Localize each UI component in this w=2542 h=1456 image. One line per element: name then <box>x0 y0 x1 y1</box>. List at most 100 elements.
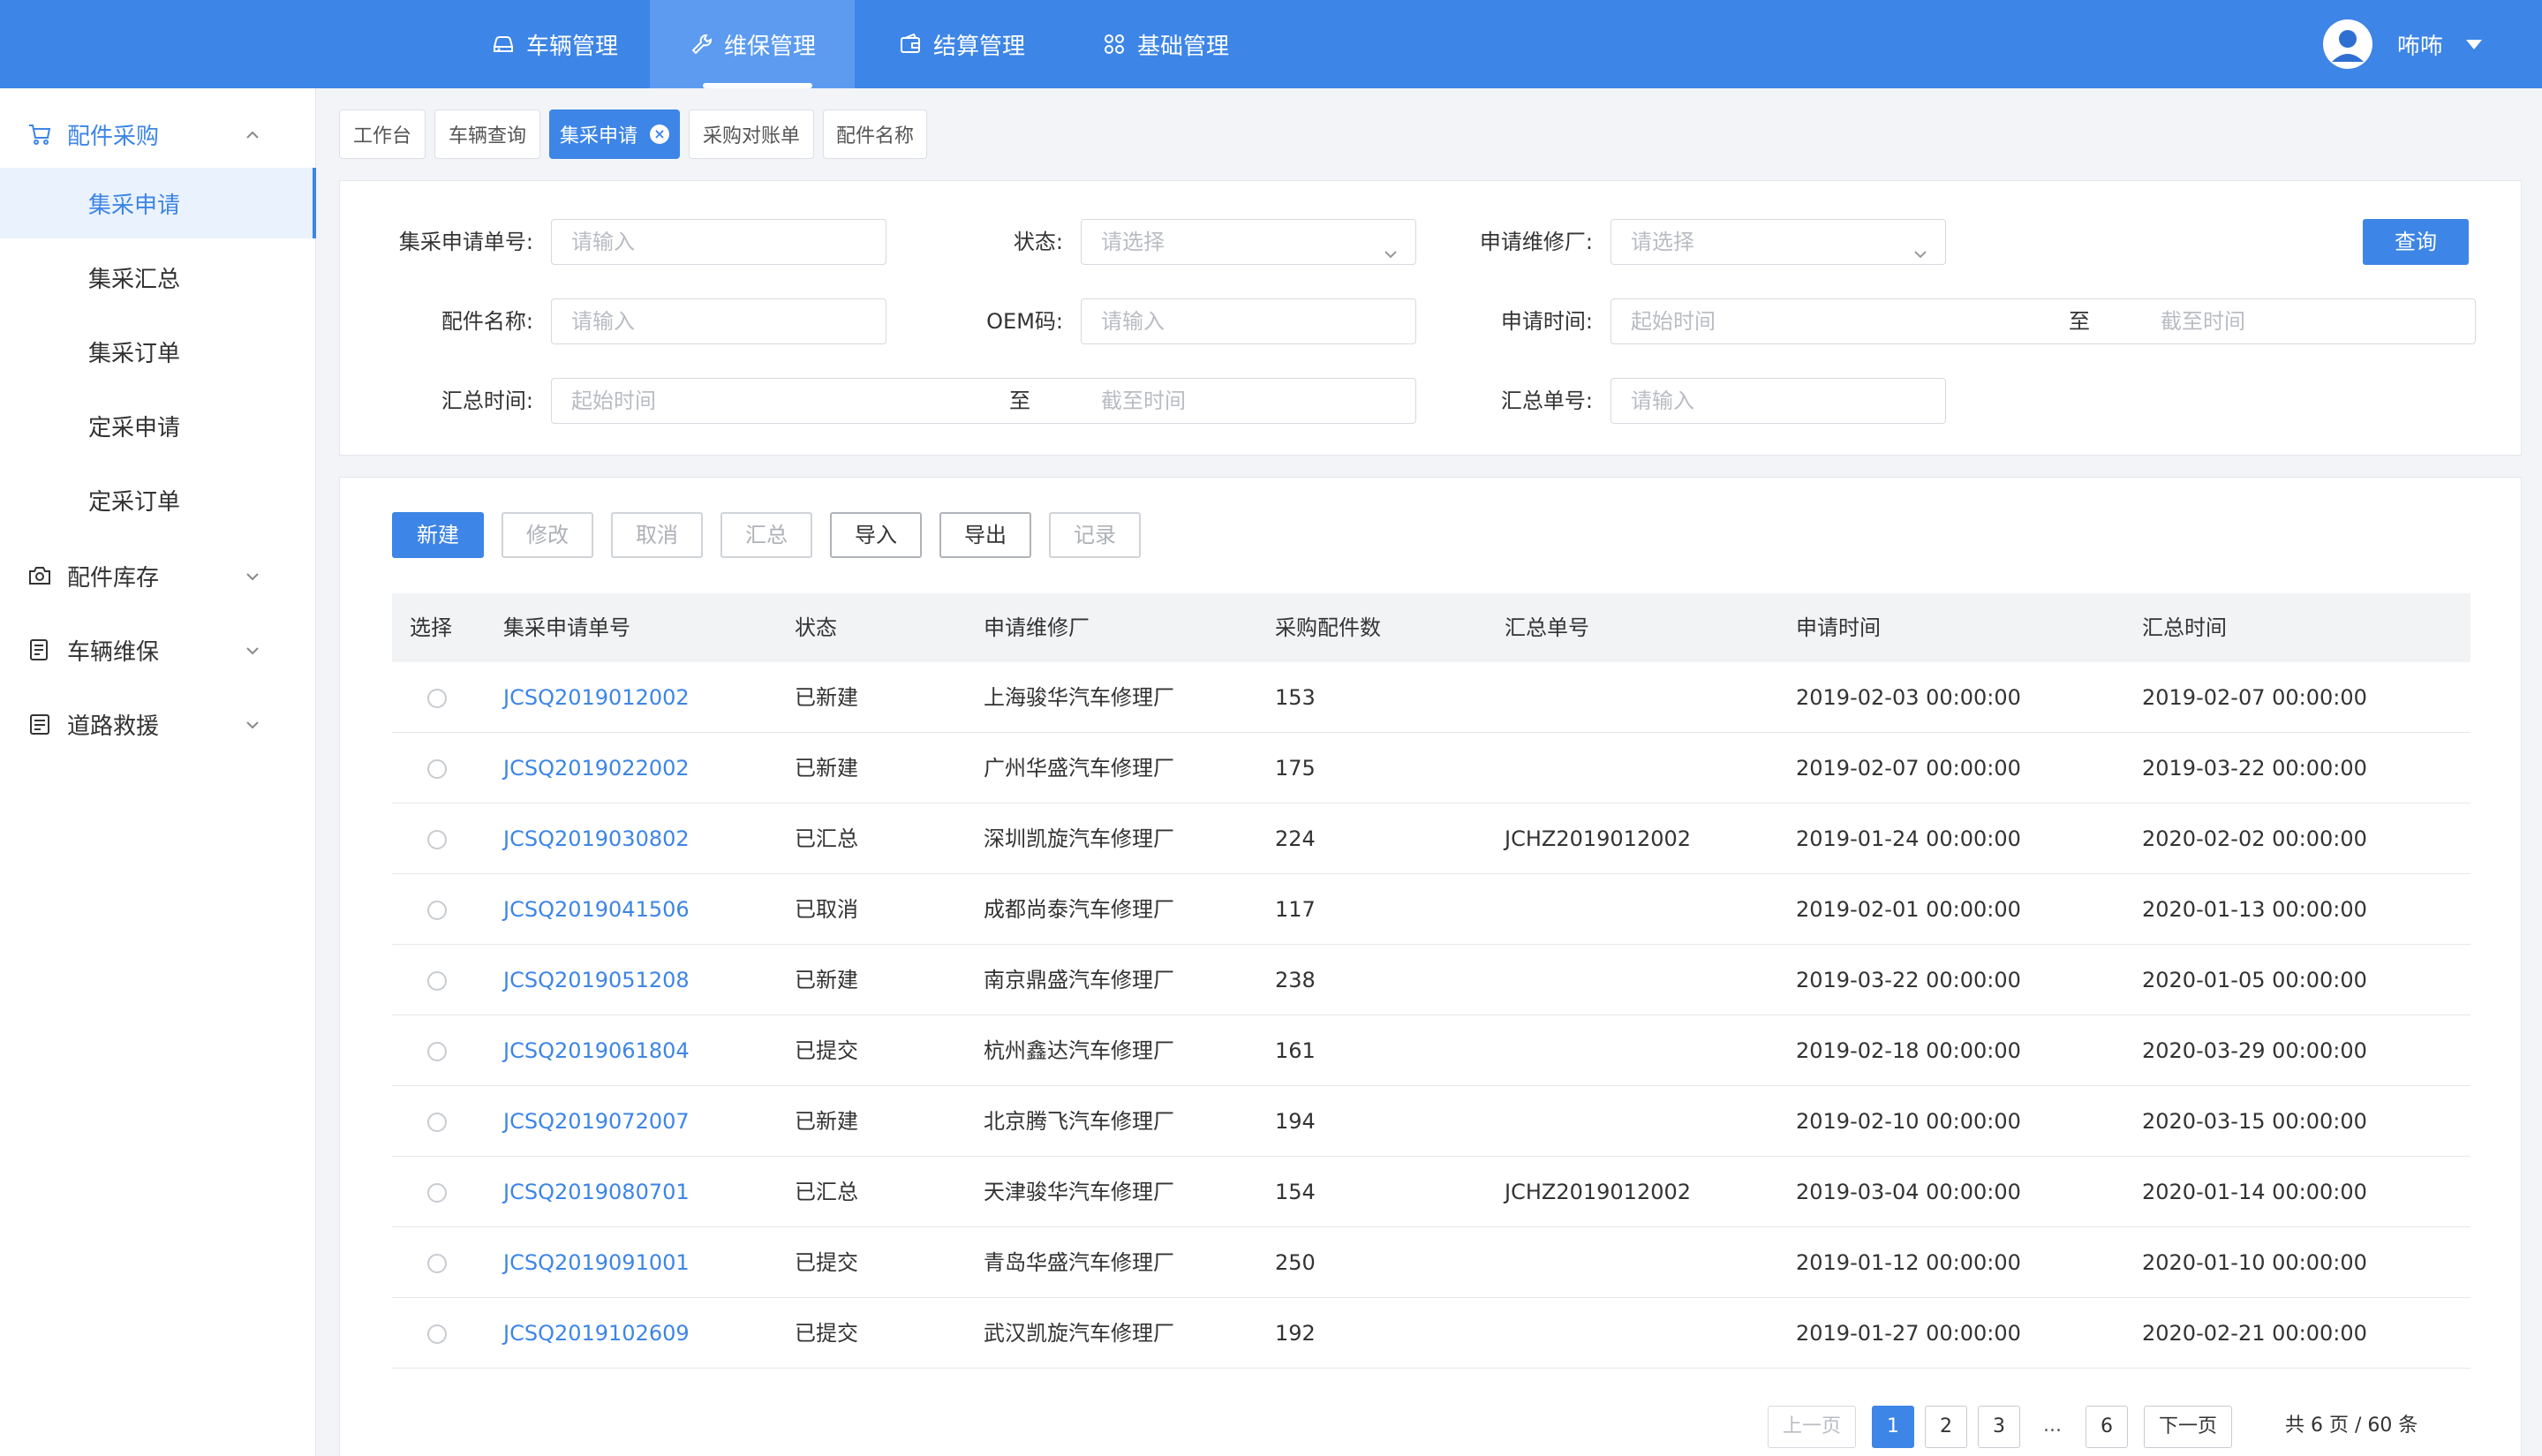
chevron-down-icon <box>2466 39 2482 49</box>
sidebar-group-parts-purchase[interactable]: 配件采购 <box>0 97 316 171</box>
row-radio[interactable] <box>427 1254 447 1273</box>
sidebar-item-summary[interactable]: 集采汇总 <box>0 242 316 313</box>
sidebar-item-order[interactable]: 集采订单 <box>0 316 316 387</box>
status-select[interactable]: 请选择 <box>1081 219 1416 265</box>
apply-no-link[interactable]: JCSQ2019072007 <box>503 1086 690 1157</box>
nav-item-settlement[interactable]: 结算管理 <box>871 0 1052 88</box>
tab-vehicle-query[interactable]: 车辆查询 <box>434 109 540 159</box>
import-button[interactable]: 导入 <box>830 512 922 558</box>
apply-time-range[interactable]: 起始时间 至 截至时间 <box>1610 298 2476 344</box>
edit-button[interactable]: 修改 <box>502 512 593 558</box>
nav-item-maintenance[interactable]: 维保管理 <box>650 0 855 88</box>
status-label: 状态: <box>1013 230 1063 254</box>
table-row[interactable]: JCSQ2019030802 已汇总 深圳凯旋汽车修理厂 224 JCHZ2019012… <box>392 803 2470 874</box>
summary-time-cell: 2019-03-22 00:00:00 <box>2142 756 2367 781</box>
wrench-icon <box>689 32 713 57</box>
sidebar-group-vehicle-maintenance[interactable]: 车辆维保 <box>0 613 316 687</box>
row-radio[interactable] <box>427 901 447 920</box>
record-button[interactable]: 记录 <box>1049 512 1141 558</box>
placeholder: 请输入 <box>1101 309 1165 334</box>
part-name-label: 配件名称: <box>441 309 533 334</box>
row-radio[interactable] <box>427 1042 447 1061</box>
apply-no-input[interactable]: 请输入 <box>551 219 886 265</box>
tab-purchase-statement[interactable]: 采购对账单 <box>689 109 814 159</box>
nav-item-vehicle[interactable]: 车辆管理 <box>459 0 650 88</box>
row-radio[interactable] <box>427 971 447 991</box>
count-cell: 154 <box>1275 1180 1316 1204</box>
summary-no-input[interactable]: 请输入 <box>1610 378 1946 424</box>
user-menu[interactable]: 咘咘 <box>2322 19 2482 69</box>
prev-page-button[interactable]: 上一页 <box>1768 1406 1856 1448</box>
factory-select[interactable]: 请选择 <box>1610 219 1946 265</box>
page-button-3[interactable]: 3 <box>1978 1406 2020 1448</box>
sidebar-group-road-rescue[interactable]: 道路救援 <box>0 687 316 761</box>
close-icon[interactable]: × <box>650 124 669 144</box>
chevron-down-icon <box>244 565 261 592</box>
nav-item-basic[interactable]: 基础管理 <box>1077 0 1254 88</box>
table-row[interactable]: JCSQ2019051208 已新建 南京鼎盛汽车修理厂 238 2019-03-22 … <box>392 945 2470 1015</box>
sidebar-item-fixed-order[interactable]: 定采订单 <box>0 464 316 535</box>
apply-no-link[interactable]: JCSQ2019022002 <box>503 733 690 803</box>
table-row[interactable]: JCSQ2019061804 已提交 杭州鑫达汽车修理厂 161 2019-02-18 … <box>392 1015 2470 1086</box>
column-header: 采购配件数 <box>1275 615 1381 640</box>
row-radio[interactable] <box>427 1183 447 1203</box>
tab-group-apply[interactable]: 集采申请 × <box>549 109 680 159</box>
status-cell: 已提交 <box>795 1321 858 1346</box>
sidebar-item-apply[interactable]: 集采申请 <box>0 168 316 238</box>
sidebar-item-fixed-apply[interactable]: 定采申请 <box>0 390 316 461</box>
tab-part-name[interactable]: 配件名称 <box>823 109 927 159</box>
factory-cell: 北京腾飞汽车修理厂 <box>984 1109 1174 1134</box>
apply-no-link[interactable]: JCSQ2019080701 <box>503 1157 690 1227</box>
table-row[interactable]: JCSQ2019072007 已新建 北京腾飞汽车修理厂 194 2019-02-10 … <box>392 1086 2470 1157</box>
export-button[interactable]: 导出 <box>939 512 1031 558</box>
table-row[interactable]: JCSQ2019012002 已新建 上海骏华汽车修理厂 153 2019-02-03 … <box>392 662 2470 733</box>
table-row[interactable]: JCSQ2019091001 已提交 青岛华盛汽车修理厂 250 2019-01-12 … <box>392 1227 2470 1298</box>
table-row[interactable]: JCSQ2019022002 已新建 广州华盛汽车修理厂 175 2019-02-07 … <box>392 733 2470 803</box>
table-row[interactable]: JCSQ2019102609 已提交 武汉凯旋汽车修理厂 192 2019-01-27 … <box>392 1298 2470 1369</box>
chevron-down-icon <box>1912 234 1929 278</box>
apply-time-cell: 2019-01-12 00:00:00 <box>1796 1250 2021 1275</box>
factory-cell: 南京鼎盛汽车修理厂 <box>984 968 1174 992</box>
factory-cell: 武汉凯旋汽车修理厂 <box>984 1321 1174 1346</box>
oem-input[interactable]: 请输入 <box>1081 298 1416 344</box>
row-radio[interactable] <box>427 759 447 779</box>
status-cell: 已取消 <box>795 897 858 922</box>
apply-no-link[interactable]: JCSQ2019091001 <box>503 1227 690 1298</box>
summary-time-cell: 2020-03-29 00:00:00 <box>2142 1038 2367 1063</box>
summary-no-cell: JCHZ2019012002 <box>1505 1180 1692 1204</box>
apply-time-cell: 2019-02-07 00:00:00 <box>1796 756 2021 781</box>
summary-time-range[interactable]: 起始时间 至 截至时间 <box>551 378 1416 424</box>
factory-cell: 青岛华盛汽车修理厂 <box>984 1250 1174 1275</box>
query-button[interactable]: 查询 <box>2363 219 2469 265</box>
sidebar-group-label: 道路救援 <box>67 713 160 740</box>
page-button-last[interactable]: 6 <box>2086 1406 2128 1448</box>
new-button[interactable]: 新建 <box>392 512 484 558</box>
sidebar-group-parts-inventory[interactable]: 配件库存 <box>0 539 316 613</box>
part-name-input[interactable]: 请输入 <box>551 298 886 344</box>
summary-time-label: 汇总时间: <box>441 389 533 413</box>
next-page-button[interactable]: 下一页 <box>2144 1406 2232 1448</box>
row-radio[interactable] <box>427 1113 447 1132</box>
count-cell: 117 <box>1275 897 1316 922</box>
cancel-button[interactable]: 取消 <box>611 512 703 558</box>
table-row[interactable]: JCSQ2019041506 已取消 成都尚泰汽车修理厂 117 2019-02-01 … <box>392 874 2470 945</box>
apply-no-link[interactable]: JCSQ2019102609 <box>503 1298 690 1369</box>
page-button-1[interactable]: 1 <box>1872 1406 1914 1448</box>
apply-no-link[interactable]: JCSQ2019051208 <box>503 945 690 1015</box>
row-radio[interactable] <box>427 830 447 849</box>
apply-no-link[interactable]: JCSQ2019012002 <box>503 662 690 733</box>
page-button-2[interactable]: 2 <box>1925 1406 1967 1448</box>
row-radio[interactable] <box>427 689 447 708</box>
apply-no-link[interactable]: JCSQ2019030802 <box>503 803 690 874</box>
user-name: 咘咘 <box>2396 33 2443 60</box>
apply-no-link[interactable]: JCSQ2019061804 <box>503 1015 690 1086</box>
grid-icon <box>1102 32 1127 57</box>
apply-no-link[interactable]: JCSQ2019041506 <box>503 874 690 945</box>
summary-button[interactable]: 汇总 <box>720 512 812 558</box>
tab-workbench[interactable]: 工作台 <box>339 109 426 159</box>
row-radio[interactable] <box>427 1324 447 1344</box>
table-row[interactable]: JCSQ2019080701 已汇总 天津骏华汽车修理厂 154 JCHZ2019012… <box>392 1157 2470 1227</box>
apply-time-cell: 2019-02-03 00:00:00 <box>1796 685 2021 710</box>
status-cell: 已新建 <box>795 685 858 710</box>
camera-icon <box>26 562 57 589</box>
